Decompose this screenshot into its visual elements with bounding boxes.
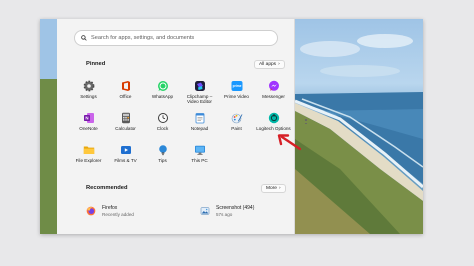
recommended-item-name: Screenshot (494) bbox=[216, 205, 255, 211]
onenote-icon: N bbox=[83, 113, 94, 123]
annotation-arrow-icon bbox=[277, 134, 302, 151]
recommended-heading: Recommended bbox=[86, 185, 128, 191]
chevron-right-icon: › bbox=[278, 186, 281, 191]
chevron-right-icon: › bbox=[278, 62, 280, 67]
pinned-app-films-tv[interactable]: Films & TV bbox=[107, 141, 144, 173]
app-label: Paint bbox=[231, 126, 242, 131]
pinned-app-notepad[interactable]: Notepad bbox=[181, 109, 218, 141]
firefox-icon bbox=[86, 206, 96, 216]
messenger-icon bbox=[268, 80, 279, 91]
pinned-app-paint[interactable]: Paint bbox=[218, 109, 255, 141]
page-dot bbox=[305, 119, 307, 121]
pinned-app-messenger[interactable]: Messenger bbox=[255, 77, 292, 109]
recommended-item-firefox[interactable]: Firefox Recently added bbox=[86, 205, 134, 217]
pinned-apps-grid: Settings Office WhatsApp Clipchamp – Vid… bbox=[70, 77, 294, 173]
logitech-icon bbox=[268, 112, 279, 124]
recommended-item-subtitle: 57s ago bbox=[216, 212, 233, 217]
recommended-item-name: Firefox bbox=[102, 205, 118, 211]
search-box[interactable] bbox=[74, 30, 278, 46]
app-label: Notepad bbox=[190, 126, 209, 131]
page-dot bbox=[305, 122, 307, 125]
this-pc-icon bbox=[194, 145, 205, 155]
app-label: Clock bbox=[156, 126, 169, 131]
clipchamp-icon bbox=[194, 81, 205, 91]
films-tv-icon bbox=[120, 146, 131, 154]
pinned-heading: Pinned bbox=[86, 61, 106, 67]
pinned-app-tips[interactable]: Tips bbox=[144, 141, 181, 173]
app-label: This PC bbox=[191, 158, 208, 163]
app-label: Messenger bbox=[262, 94, 285, 99]
recommended-item-subtitle: Recently added bbox=[102, 212, 134, 217]
recommended-item-screenshot[interactable]: Screenshot (494) 57s ago bbox=[200, 205, 254, 217]
page-indicator[interactable] bbox=[305, 119, 307, 125]
office-icon bbox=[121, 81, 130, 91]
more-button[interactable]: More › bbox=[261, 184, 286, 193]
desktop-screen: Pinned All apps › Settings Off bbox=[40, 19, 423, 234]
app-label: Prime Video bbox=[224, 94, 249, 99]
tips-icon bbox=[158, 145, 167, 156]
all-apps-label: All apps bbox=[259, 62, 277, 67]
pinned-app-settings[interactable]: Settings bbox=[70, 77, 107, 109]
app-label: Clipchamp – Video Editor bbox=[186, 94, 213, 105]
app-label: OneNote bbox=[79, 126, 98, 131]
app-label: Office bbox=[119, 94, 132, 99]
svg-text:N: N bbox=[85, 116, 88, 121]
search-icon bbox=[81, 35, 87, 41]
start-menu: Pinned All apps › Settings Off bbox=[57, 19, 307, 234]
more-label: More bbox=[266, 186, 277, 191]
pinned-app-clipchamp[interactable]: Clipchamp – Video Editor bbox=[181, 77, 218, 109]
whatsapp-icon bbox=[157, 81, 168, 91]
app-label: WhatsApp bbox=[151, 94, 174, 99]
all-apps-button[interactable]: All apps › bbox=[254, 60, 285, 69]
app-label: Calculator bbox=[115, 126, 136, 131]
clock-icon bbox=[157, 113, 168, 123]
pinned-app-this-pc[interactable]: This PC bbox=[181, 141, 218, 173]
notepad-icon bbox=[195, 113, 204, 124]
paint-icon bbox=[231, 113, 242, 124]
pinned-app-whatsapp[interactable]: WhatsApp bbox=[144, 77, 181, 109]
app-label: Tips bbox=[158, 158, 167, 163]
pinned-app-calculator[interactable]: Calculator bbox=[107, 109, 144, 141]
pinned-app-clock[interactable]: Clock bbox=[144, 109, 181, 141]
prime-video-icon: prime bbox=[231, 81, 242, 91]
pinned-app-prime-video[interactable]: prime Prime Video bbox=[218, 77, 255, 109]
gear-icon bbox=[83, 80, 94, 92]
pinned-app-file-explorer[interactable]: File Explorer bbox=[70, 141, 107, 173]
svg-text:prime: prime bbox=[232, 84, 241, 88]
folder-icon bbox=[83, 146, 94, 154]
image-file-icon bbox=[200, 207, 210, 215]
app-label: Settings bbox=[80, 94, 97, 99]
app-label: Logitech Options bbox=[256, 126, 291, 131]
calculator-icon bbox=[121, 112, 130, 124]
app-label: File Explorer bbox=[75, 158, 102, 163]
pinned-app-office[interactable]: Office bbox=[107, 77, 144, 109]
search-input[interactable] bbox=[91, 35, 271, 41]
app-label: Films & TV bbox=[114, 158, 137, 163]
pinned-app-onenote[interactable]: N OneNote bbox=[70, 109, 107, 141]
